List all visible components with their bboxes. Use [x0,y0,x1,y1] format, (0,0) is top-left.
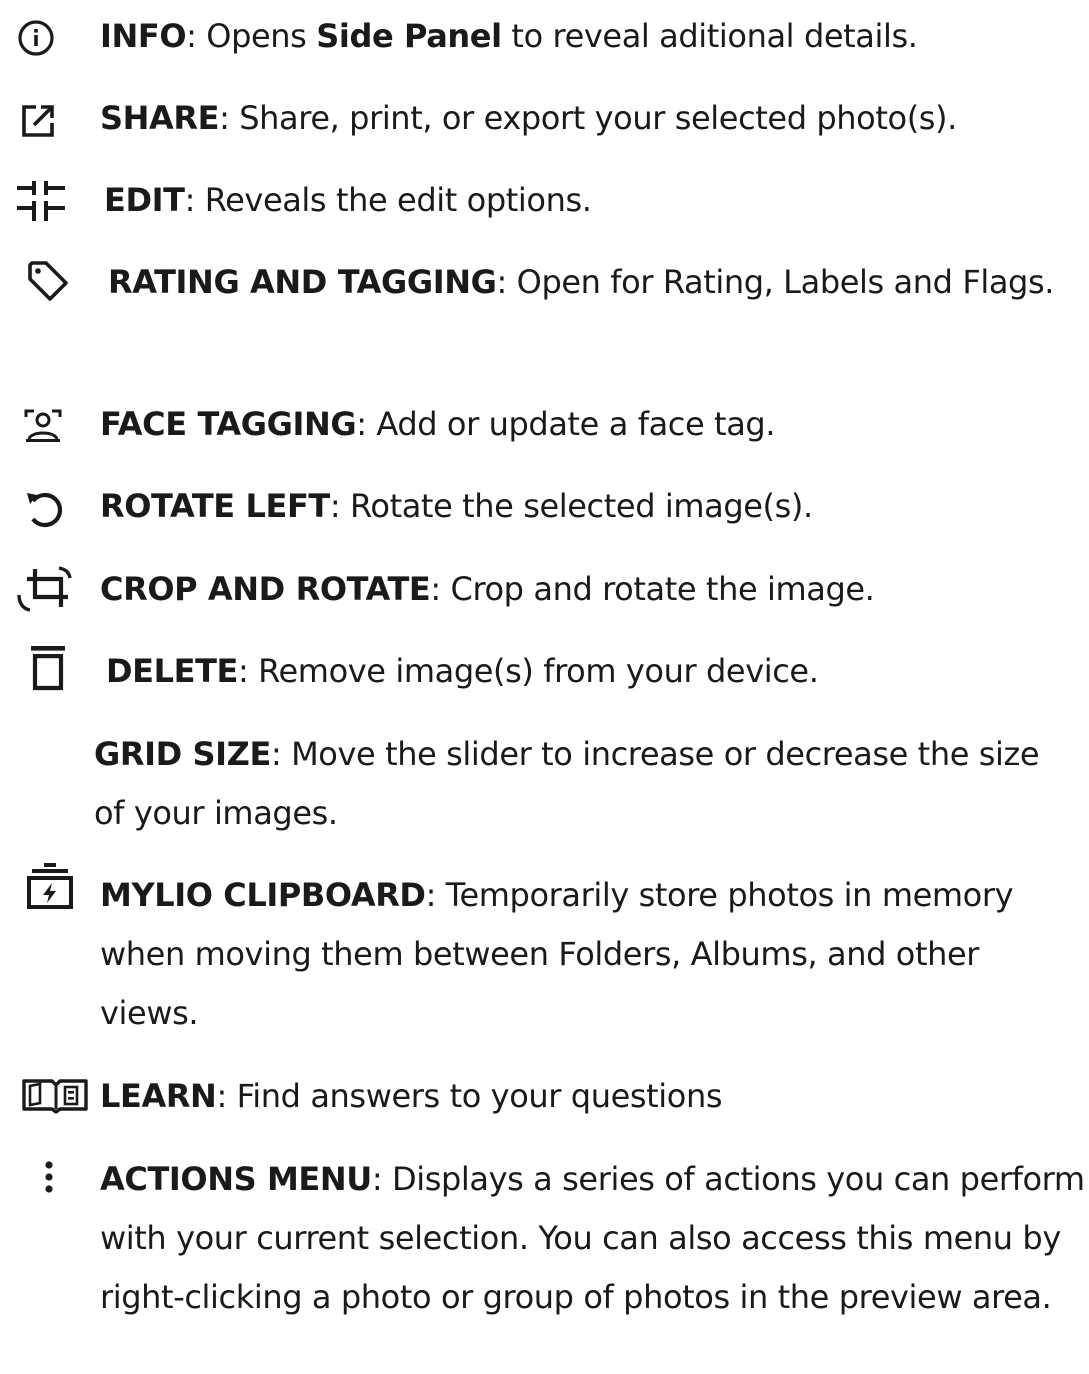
crop-rotate-icon [16,565,74,613]
toolbar-help-list: INFO: Opens Side Panel to reveal adition… [0,0,1089,1374]
more-vertical-icon [44,1161,54,1195]
info-icon [17,19,55,57]
book-icon [22,1078,88,1114]
tag-icon [26,259,70,303]
sliders-icon [17,179,65,223]
clipboard-icon [24,862,76,912]
face-tagging-description: FACE TAGGING: Add or update a face tag. [100,405,776,443]
crop-rotate-description: CROP AND ROTATE: Crop and rotate the ima… [100,570,875,608]
rotate-left-description: ROTATE LEFT: Rotate the selected image(s… [100,487,813,525]
share-description: SHARE: Share, print, or export your sele… [100,99,957,137]
actions-menu-description: ACTIONS MENU: Displays a series of actio… [100,1160,1085,1316]
rating-tagging-description: RATING AND TAGGING: Open for Rating, Lab… [108,263,1054,301]
edit-description: EDIT: Reveals the edit options. [104,181,592,219]
grid-size-description: GRID SIZE: Move the slider to increase o… [94,735,1040,832]
share-icon [20,103,56,139]
info-description: INFO: Opens Side Panel to reveal adition… [100,17,918,55]
learn-description: LEARN: Find answers to your questions [100,1077,723,1115]
mylio-clipboard-description: MYLIO CLIPBOARD: Temporarily store photo… [100,876,1014,1032]
delete-description: DELETE: Remove image(s) from your device… [106,652,819,690]
rotate-left-icon [24,488,68,530]
face-tag-icon [24,407,62,445]
trash-icon [30,645,66,693]
